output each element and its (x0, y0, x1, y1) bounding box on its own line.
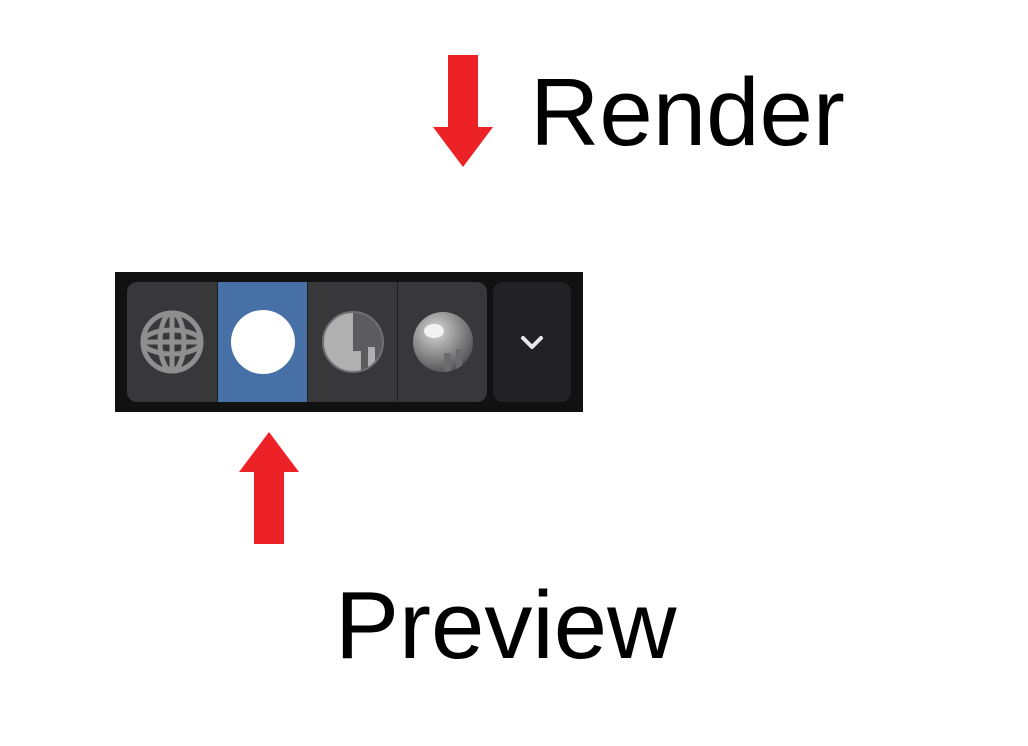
solid-sphere-icon (228, 307, 298, 377)
shading-mode-group (127, 282, 487, 402)
render-label: Render (530, 65, 845, 161)
arrow-up-preview (239, 432, 299, 544)
shading-material-preview-button[interactable] (307, 282, 397, 402)
shading-solid-button[interactable] (217, 282, 307, 402)
chevron-down-icon (517, 327, 547, 357)
material-preview-sphere-icon (320, 309, 386, 375)
preview-label: Preview (335, 578, 676, 674)
rendered-sphere-icon (410, 309, 476, 375)
wireframe-sphere-icon (139, 309, 205, 375)
shading-options-dropdown-button[interactable] (493, 282, 571, 402)
viewport-shading-toolbar (115, 272, 583, 412)
arrow-down-render (433, 55, 493, 167)
shading-wireframe-button[interactable] (127, 282, 217, 402)
shading-rendered-button[interactable] (397, 282, 487, 402)
